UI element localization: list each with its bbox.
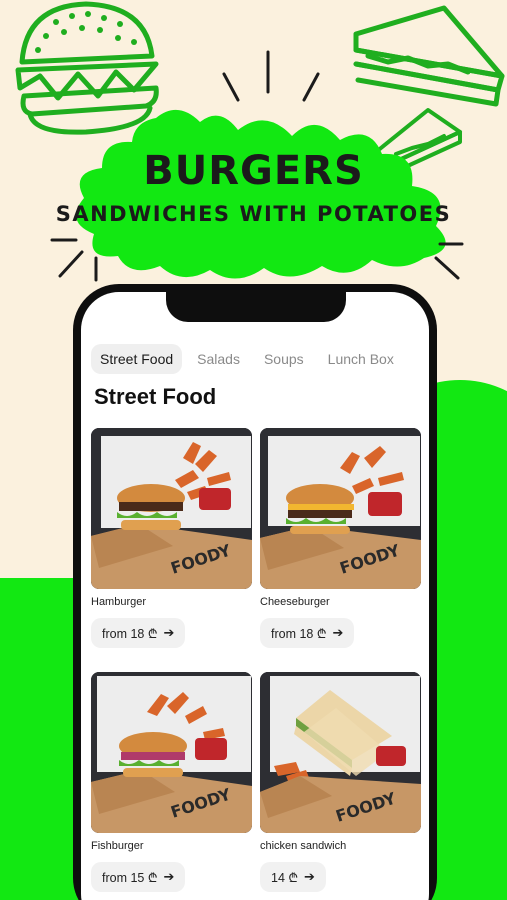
product-card[interactable]: FOODY chicken sandwich 14 ₾ ➔ (260, 672, 421, 892)
fishburger-image[interactable]: FOODY (91, 672, 252, 833)
tab-salads[interactable]: Salads (188, 344, 249, 374)
burst-rays-decoration (50, 50, 464, 282)
product-name: Cheeseburger (260, 596, 330, 608)
arrow-right-icon: ➔ (163, 625, 175, 640)
section-title: Street Food (94, 384, 217, 409)
phone-notch (166, 292, 346, 322)
tab-lunch-box[interactable]: Lunch Box (319, 344, 403, 374)
phone-frame: Street Food Salads Soups Lunch Box Stree… (73, 284, 437, 900)
price-button[interactable]: from 18 ₾ ➔ (91, 618, 186, 648)
product-card[interactable]: FOODY Hamburger from 18 ₾ ➔ (91, 428, 252, 648)
price-button[interactable]: 14 ₾ ➔ (260, 862, 326, 892)
cheeseburger-image[interactable]: FOODY (260, 428, 421, 589)
app-screen: Street Food Salads Soups Lunch Box Stree… (81, 292, 429, 900)
product-price: from 15 ₾ (102, 870, 158, 885)
product-price: from 18 ₾ (102, 626, 158, 641)
product-price: from 18 ₾ (271, 626, 327, 641)
product-name: Fishburger (91, 840, 144, 852)
chicken-sandwich-image[interactable]: FOODY (260, 672, 421, 833)
price-button[interactable]: from 18 ₾ ➔ (260, 618, 355, 648)
arrow-right-icon: ➔ (163, 869, 175, 884)
category-tabs: Street Food Salads Soups Lunch Box (91, 344, 403, 374)
promo-subtitle: SANDWICHES WITH POTATOES (55, 202, 452, 226)
product-card[interactable]: FOODY Cheeseburger from 18 ₾ ➔ (260, 428, 421, 648)
product-card[interactable]: FOODY Fishburger from 15 ₾ ➔ (91, 672, 252, 892)
tab-street-food[interactable]: Street Food (91, 344, 183, 374)
arrow-right-icon: ➔ (304, 869, 315, 884)
price-button[interactable]: from 15 ₾ ➔ (91, 862, 186, 892)
product-name: chicken sandwich (260, 840, 347, 852)
arrow-right-icon: ➔ (332, 625, 344, 640)
promo-title: BURGERS (143, 148, 364, 194)
tab-soups[interactable]: Soups (255, 344, 313, 374)
product-price: 14 ₾ (271, 870, 299, 885)
product-name: Hamburger (91, 596, 147, 608)
hamburger-image[interactable]: FOODY (91, 428, 252, 589)
